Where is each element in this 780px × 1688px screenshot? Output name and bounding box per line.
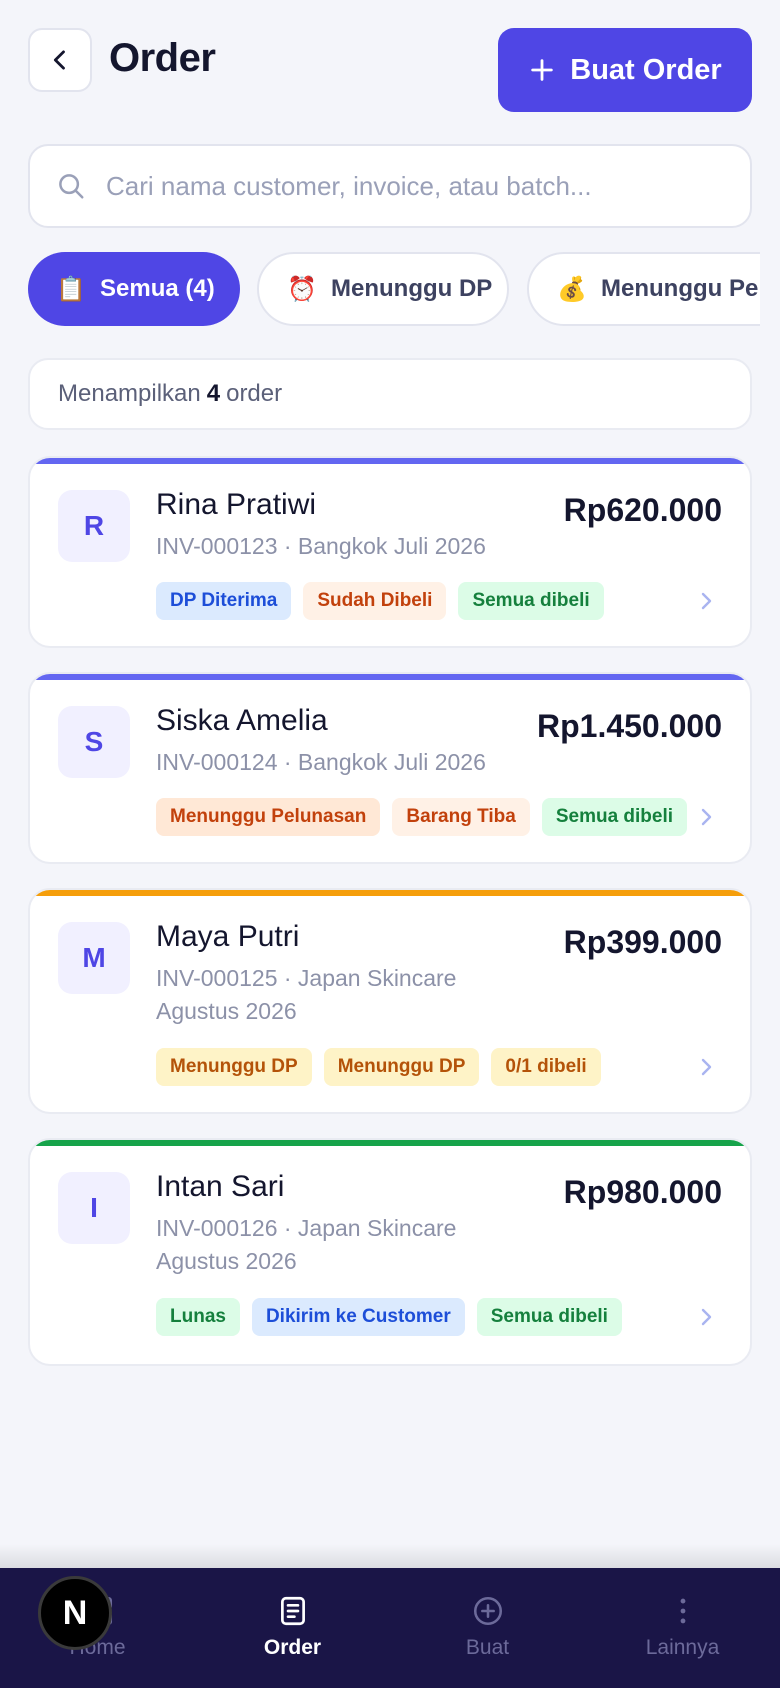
status-badges: Menunggu Pelunasan Barang Tiba Semua dib… (156, 798, 688, 836)
alarm-clock-icon: ⏰ (287, 275, 317, 303)
order-amount: Rp980.000 (563, 1174, 722, 1210)
chevron-right-icon (701, 1058, 712, 1076)
order-meta: INV-000125 · Japan Skincare Agustus 2026 (156, 962, 456, 1028)
status-badge: Barang Tiba (392, 798, 530, 836)
order-card[interactable]: M Maya Putri INV-000125 · Japan Skincare… (28, 888, 752, 1114)
order-card[interactable]: R Rina Pratiwi INV-000123 · Bangkok Juli… (28, 456, 752, 648)
filter-chip-label: Menunggu DP (331, 275, 493, 302)
page-title: Order (109, 36, 216, 80)
status-badge: Semua dibeli (458, 582, 604, 620)
filter-chip-waiting-payment[interactable]: 💰 Menunggu Pelunasan (527, 252, 760, 326)
card-accent-bar (30, 890, 750, 896)
order-meta-line: INV-000125 · Japan Skincare (156, 965, 457, 991)
card-accent-bar (30, 1140, 750, 1146)
order-count-summary: Menampilkan 4 order (28, 358, 752, 430)
nav-item-create[interactable]: Buat (390, 1568, 585, 1688)
clipboard-icon: 📋 (56, 275, 86, 303)
dev-tools-button[interactable]: N (38, 1576, 112, 1650)
avatar: S (58, 706, 130, 778)
status-badges: Menunggu DP Menunggu DP 0/1 dibeli (156, 1048, 601, 1086)
nav-item-more[interactable]: Lainnya (585, 1568, 780, 1688)
order-meta-line: INV-000124 · Bangkok Juli 2026 (156, 749, 486, 775)
chevron-right-icon (701, 592, 712, 610)
money-bag-icon: 💰 (557, 275, 587, 303)
status-badge: Semua dibeli (541, 798, 688, 836)
plus-icon (531, 59, 553, 81)
nav-item-order[interactable]: Order (195, 1568, 390, 1688)
nav-label: Buat (465, 1636, 510, 1659)
avatar: R (58, 490, 130, 562)
search-icon (59, 174, 84, 199)
chevron-right-icon (701, 808, 712, 826)
document-icon (280, 1596, 305, 1626)
avatar: I (58, 1172, 130, 1244)
order-meta: INV-000123 · Bangkok Juli 2026 (156, 530, 486, 563)
order-meta-line: INV-000126 · Japan Skincare (156, 1215, 457, 1241)
order-amount: Rp1.450.000 (536, 708, 722, 744)
filter-chip-all[interactable]: 📋 Semua (4) (28, 252, 240, 326)
search-input[interactable] (106, 170, 706, 202)
back-button[interactable] (28, 28, 92, 92)
status-badge: Lunas (156, 1298, 240, 1336)
summary-prefix: Menampilkan (58, 380, 201, 407)
create-order-label: Buat Order (570, 53, 722, 86)
status-badge: 0/1 dibeli (491, 1048, 601, 1086)
card-accent-bar (30, 674, 750, 680)
order-amount: Rp399.000 (563, 924, 722, 960)
customer-name: Rina Pratiwi (156, 488, 317, 521)
customer-name: Maya Putri (156, 920, 300, 953)
order-card[interactable]: S Siska Amelia INV-000124 · Bangkok Juli… (28, 672, 752, 864)
status-badge: Menunggu DP (156, 1048, 312, 1086)
customer-name: Siska Amelia (156, 704, 328, 737)
bottom-navigation: Home Order Buat Lainnya (0, 1544, 780, 1688)
status-badges: DP Diterima Sudah Dibeli Semua dibeli (156, 582, 604, 620)
plus-circle-icon (473, 1596, 502, 1626)
filter-chip-label: Menunggu Pelunasan (601, 275, 760, 302)
order-meta-line: INV-000123 · Bangkok Juli 2026 (156, 533, 486, 559)
nav-label: Lainnya (645, 1636, 720, 1659)
summary-suffix: order (226, 380, 283, 407)
status-badge: Dikirim ke Customer (251, 1298, 465, 1336)
status-badge: Sudah Dibeli (303, 582, 447, 620)
order-meta: INV-000126 · Japan Skincare Agustus 2026 (156, 1212, 456, 1278)
card-accent-bar (30, 458, 750, 464)
avatar: M (58, 922, 130, 994)
status-badge: Menunggu DP (323, 1048, 480, 1086)
order-meta-line: Agustus 2026 (156, 1248, 297, 1274)
create-order-button[interactable]: Buat Order (498, 28, 752, 112)
chevron-left-icon (53, 50, 65, 70)
status-badge: Menunggu Pelunasan (156, 798, 381, 836)
order-meta-line: Agustus 2026 (156, 998, 297, 1024)
filter-chip-waiting-dp[interactable]: ⏰ Menunggu DP (257, 252, 509, 326)
filter-chips: 📋 Semua (4) ⏰ Menunggu DP 💰 Menunggu Pel… (28, 252, 760, 326)
status-badge: DP Diterima (156, 582, 292, 620)
status-badges: Lunas Dikirim ke Customer Semua dibeli (156, 1298, 622, 1336)
chevron-right-icon (701, 1308, 712, 1326)
filter-chip-label: Semua (4) (100, 275, 215, 302)
page-header: Order Buat Order (28, 28, 752, 112)
order-meta: INV-000124 · Bangkok Juli 2026 (156, 746, 486, 779)
search-box[interactable] (28, 144, 752, 228)
customer-name: Intan Sari (156, 1170, 285, 1203)
more-vertical-icon (680, 1598, 685, 1624)
status-badge: Semua dibeli (476, 1298, 622, 1336)
order-amount: Rp620.000 (563, 492, 722, 528)
order-card[interactable]: I Intan Sari INV-000126 · Japan Skincare… (28, 1138, 752, 1366)
summary-count: 4 (206, 380, 221, 407)
nav-label: Order (263, 1636, 322, 1659)
